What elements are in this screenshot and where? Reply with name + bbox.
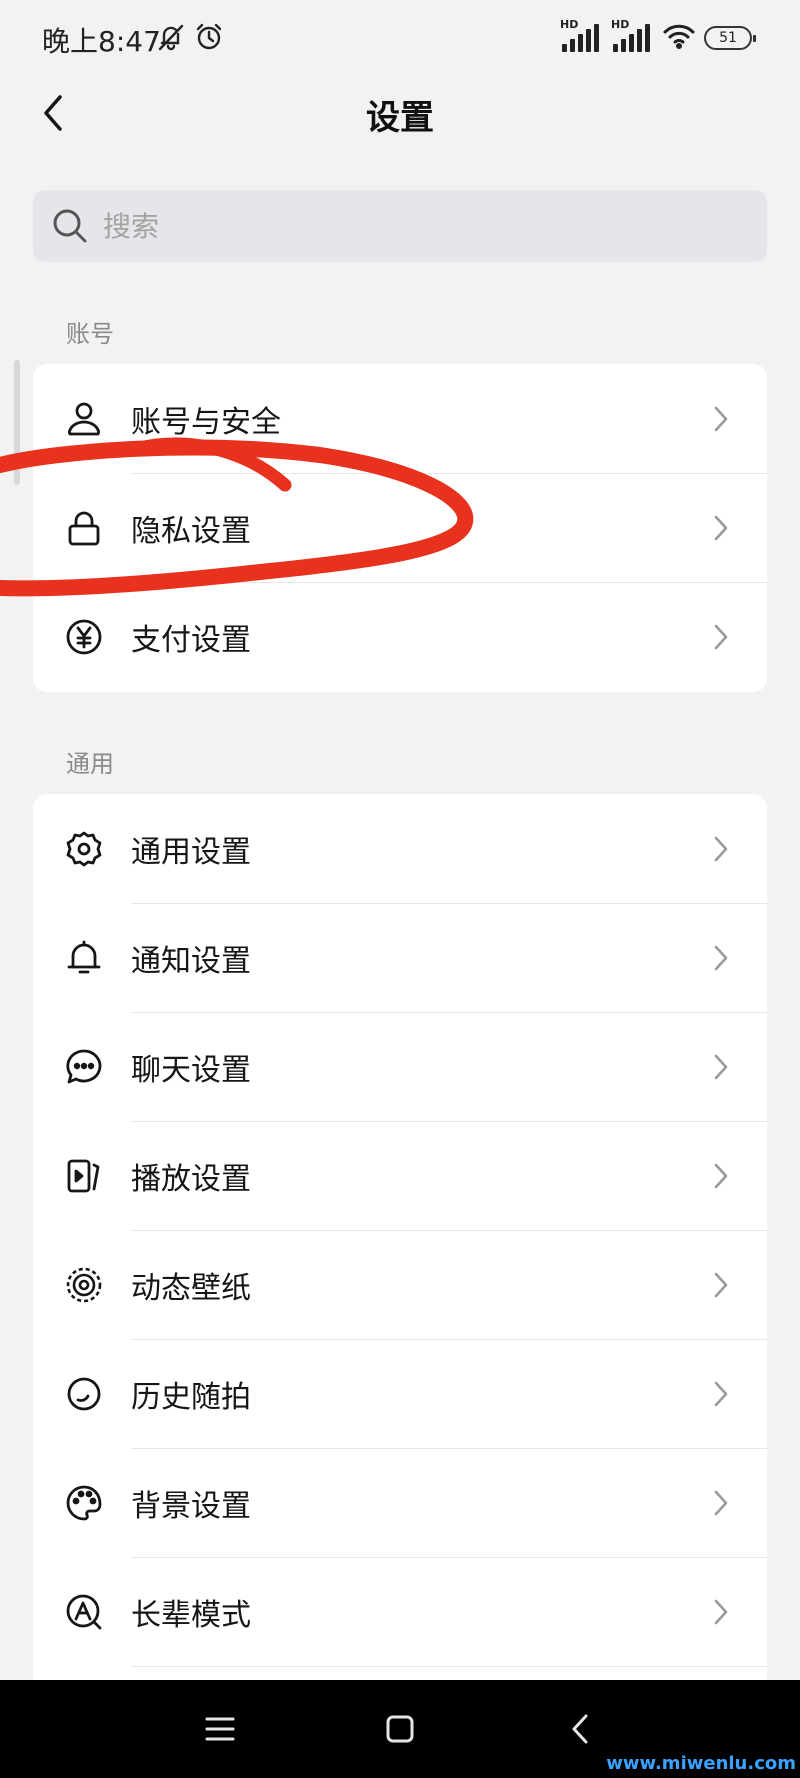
row-label: 播放设置 xyxy=(131,1161,251,1197)
chevron-right-icon xyxy=(714,515,728,541)
play-card-icon xyxy=(67,1159,100,1193)
chevron-right-icon xyxy=(714,1381,728,1407)
circle-history-icon xyxy=(67,1377,101,1411)
gear-icon xyxy=(66,831,102,867)
chevron-right-icon xyxy=(714,1054,728,1080)
settings-row-notification[interactable]: 通知设置 xyxy=(33,903,767,1012)
settings-row-chat[interactable]: 聊天设置 xyxy=(33,1012,767,1121)
yen-icon xyxy=(66,619,102,655)
chat-bubble-icon xyxy=(66,1049,102,1084)
signal-icon: HD xyxy=(560,18,599,52)
lock-icon xyxy=(68,511,100,546)
row-label: 动态壁纸 xyxy=(131,1270,251,1306)
search-input[interactable] xyxy=(103,209,703,243)
signal-icon-2: HD xyxy=(611,18,650,52)
status-left-icons xyxy=(156,22,224,56)
settings-row-privacy[interactable]: 隐私设置 xyxy=(33,473,767,582)
chevron-right-icon xyxy=(714,1163,728,1189)
settings-row-account-security[interactable]: 账号与安全 xyxy=(33,364,767,473)
row-label: 历史随拍 xyxy=(131,1379,251,1415)
search-icon xyxy=(53,209,87,243)
chevron-right-icon xyxy=(714,945,728,971)
settings-row-live-wallpaper[interactable]: 动态壁纸 xyxy=(33,1230,767,1339)
settings-row-elder-mode[interactable]: 长辈模式 xyxy=(33,1557,767,1666)
battery-indicator: 51 xyxy=(704,26,756,50)
page-title: 设置 xyxy=(366,98,434,138)
row-label: 通知设置 xyxy=(131,943,251,979)
row-label: 聊天设置 xyxy=(131,1052,251,1088)
settings-row-playback[interactable]: 播放设置 xyxy=(33,1121,767,1230)
nav-back-button[interactable] xyxy=(555,1704,605,1754)
chevron-right-icon xyxy=(714,624,728,650)
system-nav-bar: www.miwenlu.com xyxy=(0,1680,800,1778)
settings-row-history-capture[interactable]: 历史随拍 xyxy=(33,1339,767,1448)
header: 设置 xyxy=(0,78,800,148)
palette-icon xyxy=(66,1485,102,1521)
nav-home-button[interactable] xyxy=(375,1704,425,1754)
settings-screen: 晚上8:47 HD HD 51 设置 搜索 账号 账号与安全 隐私设置 支付设置… xyxy=(0,0,800,1778)
status-time: 晚上8:47 xyxy=(42,25,161,58)
chevron-right-icon xyxy=(714,836,728,862)
chevron-right-icon xyxy=(714,1272,728,1298)
live-wallpaper-icon xyxy=(66,1267,102,1303)
chevron-right-icon xyxy=(714,406,728,432)
wifi-icon xyxy=(662,22,696,54)
bell-icon xyxy=(67,940,101,974)
chevron-right-icon xyxy=(714,1599,728,1625)
person-icon xyxy=(68,402,100,436)
settings-row-general[interactable]: 通用设置 xyxy=(33,794,767,903)
row-label: 账号与安全 xyxy=(131,404,281,440)
row-label: 支付设置 xyxy=(131,622,251,658)
settings-row-partial xyxy=(33,1666,767,1680)
row-label: 背景设置 xyxy=(131,1488,251,1524)
nav-menu-button[interactable] xyxy=(195,1704,245,1754)
settings-row-payment[interactable]: 支付设置 xyxy=(33,582,767,691)
settings-row-background[interactable]: 背景设置 xyxy=(33,1448,767,1557)
row-label: 通用设置 xyxy=(131,834,251,870)
status-bar: 晚上8:47 HD HD 51 xyxy=(0,0,800,78)
section-label-account: 账号 xyxy=(66,320,114,348)
alarm-icon xyxy=(194,22,224,56)
search-box[interactable] xyxy=(33,190,767,262)
section-label-general: 通用 xyxy=(66,750,114,778)
home-square-icon xyxy=(386,1715,414,1743)
chevron-right-icon xyxy=(714,1490,728,1516)
general-card: 通用设置 通知设置 聊天设置 播放设置 动态壁纸 历史随拍 背景设置 长辈模式 xyxy=(33,794,767,1680)
account-card: 账号与安全 隐私设置 支付设置 xyxy=(33,364,767,692)
menu-icon xyxy=(205,1717,235,1741)
watermark: www.miwenlu.com xyxy=(606,1753,796,1774)
row-label: 长辈模式 xyxy=(131,1597,251,1633)
row-label: 隐私设置 xyxy=(131,513,251,549)
bell-off-icon xyxy=(156,22,186,56)
back-triangle-icon xyxy=(572,1714,588,1744)
scrollbar-thumb[interactable] xyxy=(14,360,20,485)
status-right-icons: HD HD 51 xyxy=(560,18,756,54)
elder-mode-icon xyxy=(66,1594,102,1630)
